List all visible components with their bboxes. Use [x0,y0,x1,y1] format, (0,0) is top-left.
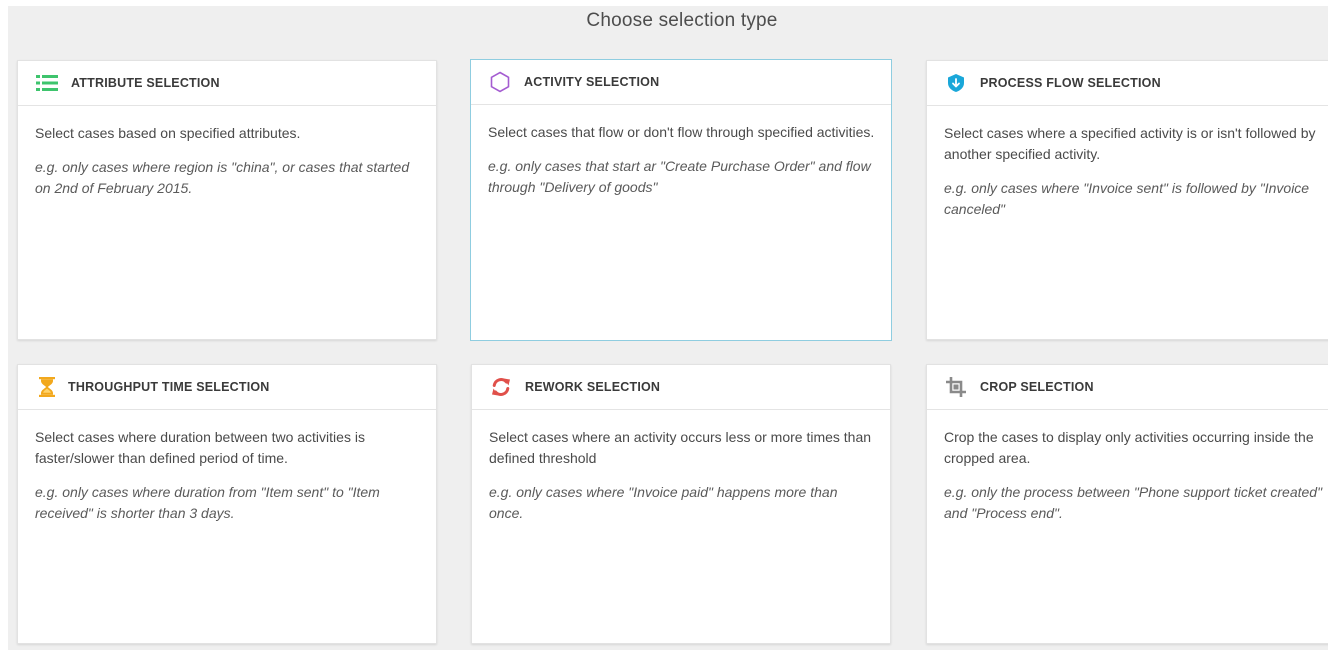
card-header: ACTIVITY SELECTION [471,60,891,105]
activity-selection-card[interactable]: ACTIVITY SELECTION Select cases that flo… [470,59,892,341]
card-header: CROP SELECTION [927,365,1328,410]
card-description: Select cases where a specified activity … [944,125,1316,162]
hexagon-icon [488,71,512,93]
crop-selection-card[interactable]: CROP SELECTION Crop the cases to display… [926,364,1328,644]
card-description: Crop the cases to display only activitie… [944,429,1314,466]
card-title: THROUGHPUT TIME SELECTION [68,380,270,394]
card-body: Select cases where duration between two … [18,410,436,524]
card-example: e.g. only cases where "Invoice paid" hap… [489,484,838,521]
crop-icon [944,376,968,398]
card-title: ATTRIBUTE SELECTION [71,76,220,90]
card-example: e.g. only cases where duration from "Ite… [35,484,380,521]
card-example: e.g. only cases where region is "china",… [35,159,410,196]
card-example: e.g. only the process between "Phone sup… [944,484,1323,521]
card-title: ACTIVITY SELECTION [524,75,660,89]
page-title: Choose selection type [586,10,778,31]
card-header: REWORK SELECTION [472,365,890,410]
list-icon [35,72,59,94]
card-title: CROP SELECTION [980,380,1094,394]
throughput-time-selection-card[interactable]: THROUGHPUT TIME SELECTION Select cases w… [17,364,437,644]
card-example: e.g. only cases that start ar "Create Pu… [488,158,871,195]
hourglass-icon [35,376,59,398]
card-title: PROCESS FLOW SELECTION [980,76,1161,90]
card-body: Select cases where a specified activity … [927,106,1328,220]
card-body: Select cases where an activity occurs le… [472,410,890,524]
card-body: Crop the cases to display only activitie… [927,410,1328,524]
rework-selection-card[interactable]: REWORK SELECTION Select cases where an a… [471,364,891,644]
card-body: Select cases based on specified attribut… [18,106,436,199]
card-description: Select cases based on specified attribut… [35,125,301,141]
attribute-selection-card[interactable]: ATTRIBUTE SELECTION Select cases based o… [17,60,437,340]
refresh-icon [489,376,513,398]
card-header: PROCESS FLOW SELECTION [927,61,1328,106]
card-description: Select cases where duration between two … [35,429,365,466]
card-header: ATTRIBUTE SELECTION [18,61,436,106]
card-body: Select cases that flow or don't flow thr… [471,105,891,198]
card-header: THROUGHPUT TIME SELECTION [18,365,436,410]
card-description: Select cases that flow or don't flow thr… [488,124,875,140]
card-title: REWORK SELECTION [525,380,661,394]
selection-type-panel: Choose selection type ATTRIBUTE SELECTIO… [8,6,1328,650]
shield-arrow-icon [944,72,968,94]
card-description: Select cases where an activity occurs le… [489,429,872,466]
card-example: e.g. only cases where "Invoice sent" is … [944,180,1310,217]
process-flow-selection-card[interactable]: PROCESS FLOW SELECTION Select cases wher… [926,60,1328,340]
